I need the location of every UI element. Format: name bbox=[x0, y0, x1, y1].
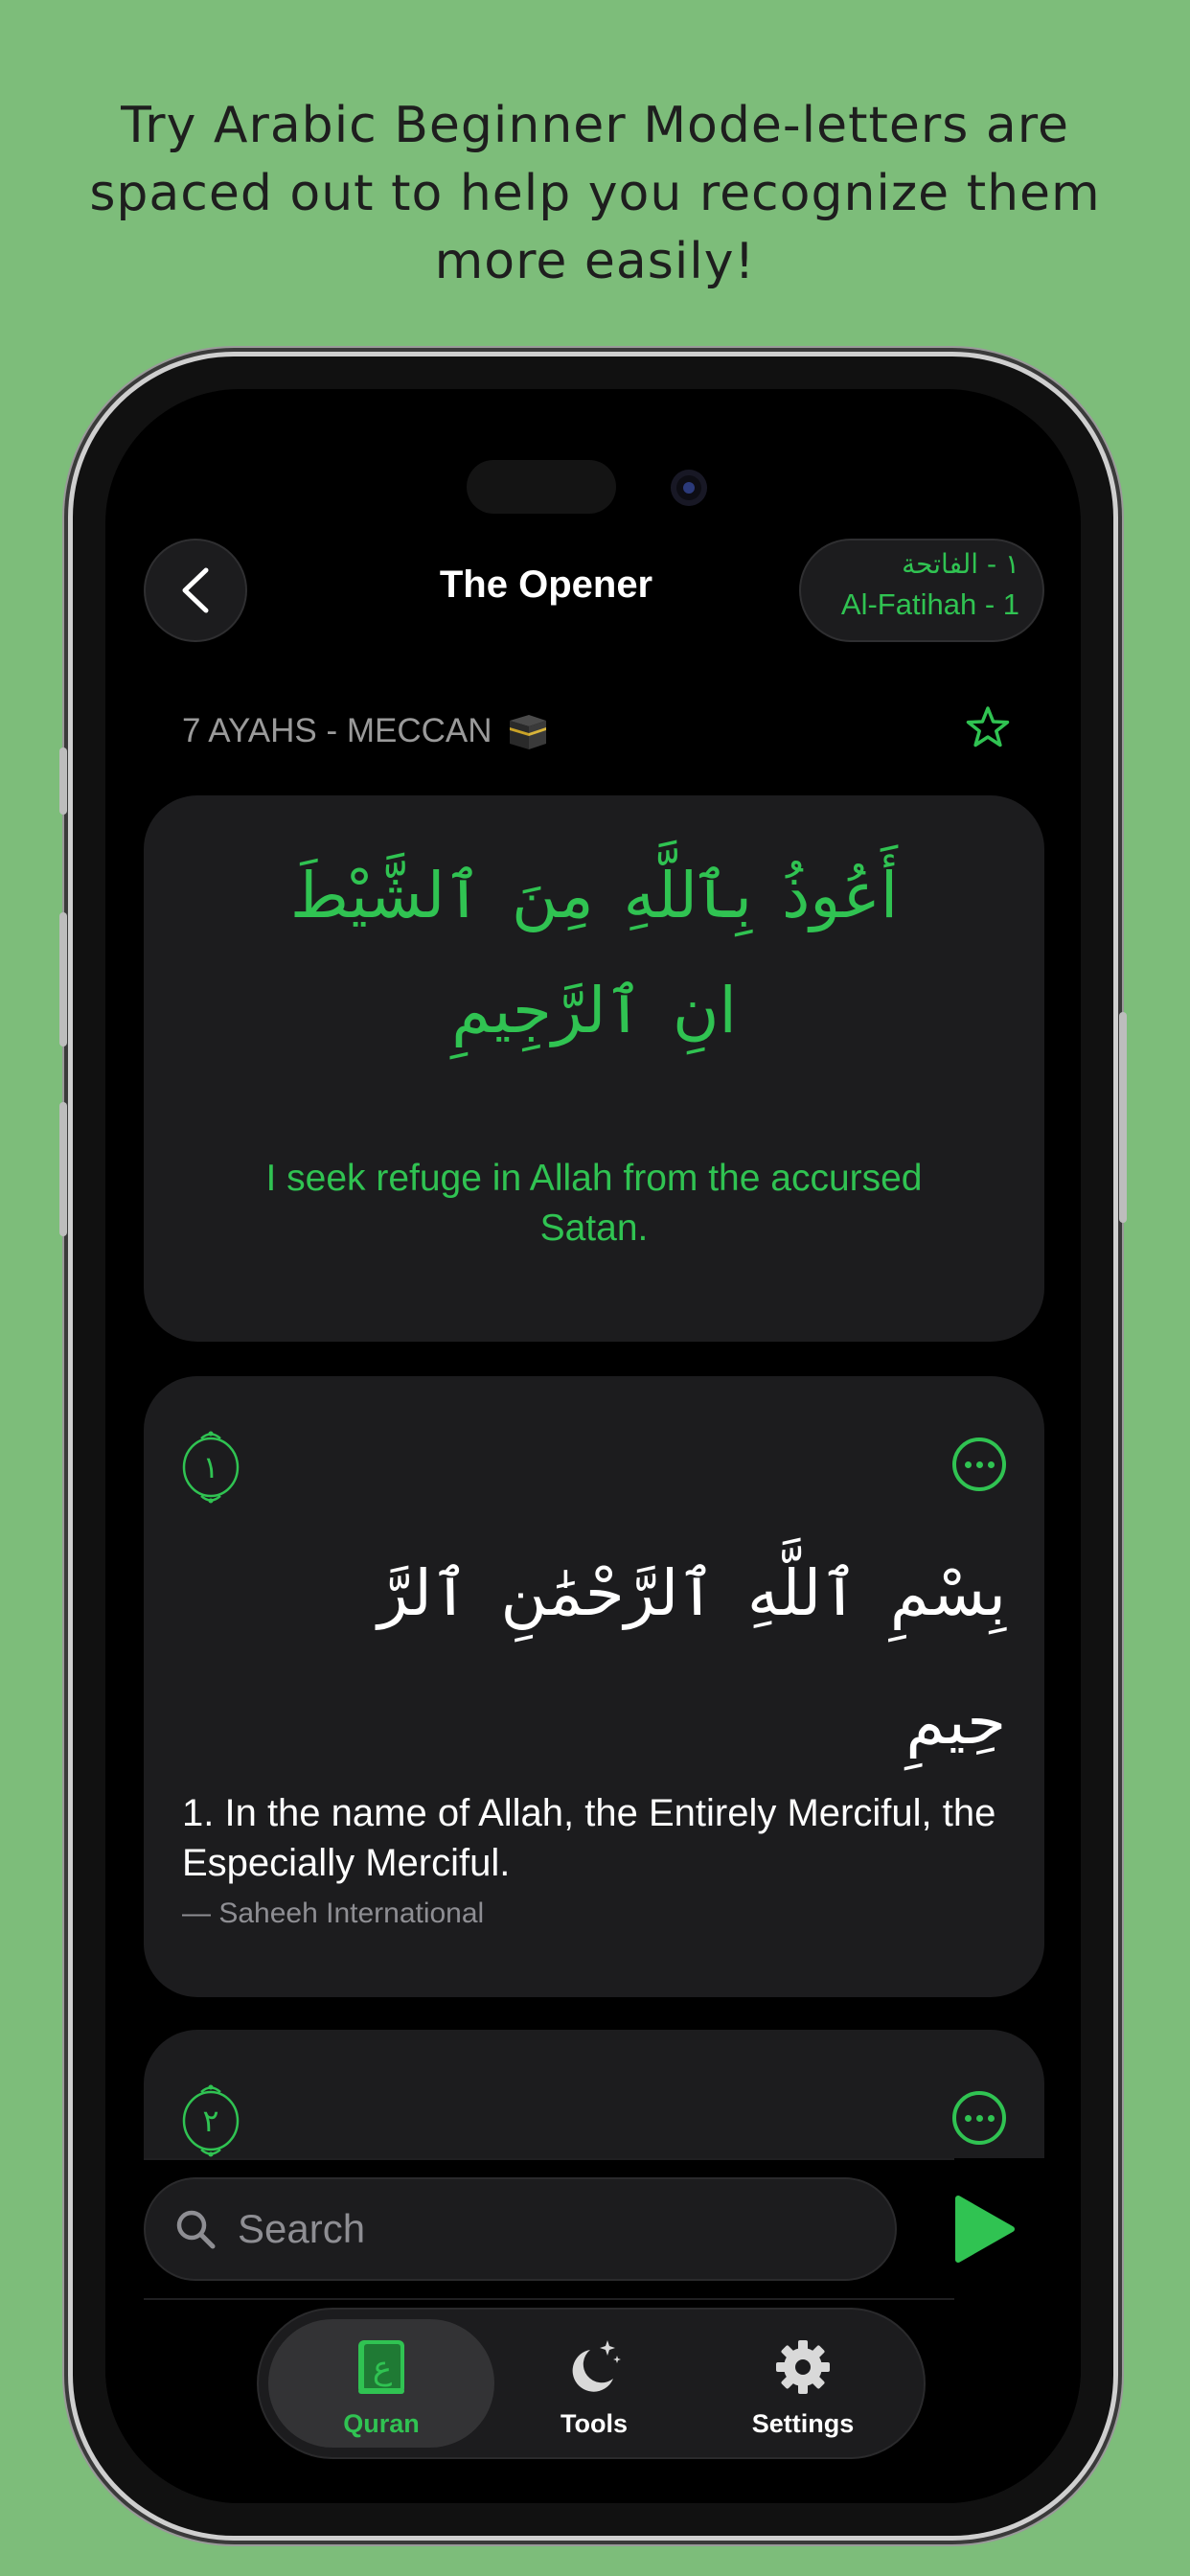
app-screen: The Opener ١ - الفاتحة Al-Fatihah - 1 7 … bbox=[105, 389, 1081, 2503]
page-title: The Opener bbox=[439, 564, 653, 606]
tab-quran[interactable]: ع Quran bbox=[268, 2319, 494, 2448]
isti-adhah-card[interactable]: أَعُوذُ بِٱللَّهِ مِنَ ٱلشَّيْطَ انِ ٱلر… bbox=[144, 795, 1044, 1342]
more-dot bbox=[964, 2114, 972, 2122]
ayah-number-badge: ١ bbox=[180, 1430, 241, 1505]
surah-meta: 7 AYAHS - MECCAN bbox=[182, 711, 550, 751]
search-field[interactable] bbox=[144, 2177, 897, 2281]
more-dot bbox=[964, 1460, 972, 1468]
silent-switch bbox=[59, 748, 67, 815]
front-camera bbox=[671, 470, 707, 506]
favorite-star-button[interactable] bbox=[966, 705, 1010, 761]
power-button bbox=[1119, 1012, 1127, 1223]
chevron-left-icon bbox=[182, 567, 209, 613]
tab-tools[interactable]: Tools bbox=[481, 2319, 707, 2448]
ayah-number-badge: ٢ bbox=[180, 2083, 241, 2158]
surah-arabic-name: ١ - الفاتحة bbox=[902, 548, 1019, 580]
isti-adhah-translation: I seek refuge in Allah from the accursed… bbox=[265, 1158, 923, 1249]
play-icon bbox=[955, 2196, 1015, 2263]
more-dot bbox=[987, 2114, 995, 2122]
star-icon bbox=[966, 706, 1010, 748]
tab-settings[interactable]: Settings bbox=[690, 2319, 916, 2448]
back-button[interactable] bbox=[144, 539, 247, 642]
play-button[interactable] bbox=[945, 2191, 1021, 2267]
translation-attribution: — Saheeh International bbox=[182, 1898, 485, 1929]
surah-english-name: Al-Fatihah - 1 bbox=[840, 587, 1019, 621]
svg-text:ع: ع bbox=[373, 2349, 392, 2387]
ayah-arabic-line2: حِيمِ bbox=[905, 1685, 1006, 1759]
ayah-translation: 1. In the name of Allah, the Entirely Me… bbox=[182, 1792, 996, 1884]
divider bbox=[144, 2298, 954, 2300]
volume-down-button bbox=[59, 1102, 67, 1236]
ayah-more-button[interactable] bbox=[952, 2091, 1006, 2145]
phone-frame: The Opener ١ - الفاتحة Al-Fatihah - 1 7 … bbox=[59, 356, 1127, 2536]
more-dot bbox=[987, 1460, 995, 1468]
dynamic-island bbox=[467, 460, 616, 514]
ayah-number: ١ bbox=[202, 1449, 219, 1485]
divider bbox=[144, 2158, 954, 2160]
tab-bar: ع Quran Tools Settings bbox=[257, 2308, 926, 2459]
ayah-arabic-text: بِسْمِ ٱللَّهِ ٱلرَّحْمَٰنِ ٱلرَّ حِيمِ bbox=[182, 1530, 1006, 1786]
tab-label: Tools bbox=[561, 2409, 628, 2438]
more-dot bbox=[975, 2114, 983, 2122]
ayah-card[interactable]: ١ بِسْمِ ٱللَّهِ ٱلرَّحْمَٰنِ ٱلرَّ حِيم… bbox=[144, 1376, 1044, 1997]
kaaba-icon bbox=[509, 715, 546, 749]
ayah-arabic-line1: بِسْمِ ٱللَّهِ ٱلرَّحْمَٰنِ ٱلرَّ bbox=[378, 1556, 1006, 1630]
search-input[interactable] bbox=[236, 2205, 814, 2253]
ayah-number: ٢ bbox=[202, 2103, 219, 2139]
tab-label: Quran bbox=[343, 2409, 420, 2438]
search-icon bbox=[176, 2210, 216, 2249]
isti-adhah-arabic-line2: انِ ٱلرَّجِيمِ bbox=[451, 974, 737, 1047]
tab-label: Settings bbox=[751, 2409, 855, 2438]
surah-selector-button[interactable]: ١ - الفاتحة Al-Fatihah - 1 bbox=[799, 539, 1044, 642]
surah-meta-text: 7 AYAHS - MECCAN bbox=[182, 712, 492, 749]
more-dot bbox=[975, 1460, 983, 1468]
gear-icon bbox=[776, 2340, 830, 2394]
volume-up-button bbox=[59, 912, 67, 1046]
promo-caption: Try Arabic Beginner Mode-letters are spa… bbox=[89, 97, 1101, 290]
ayah-more-button[interactable] bbox=[952, 1438, 1006, 1491]
isti-adhah-arabic-line1: أَعُوذُ بِٱللَّهِ مِنَ ٱلشَّيْطَ bbox=[289, 859, 899, 932]
quran-book-icon: ع bbox=[358, 2340, 404, 2394]
moon-sparkles-icon bbox=[572, 2340, 621, 2392]
